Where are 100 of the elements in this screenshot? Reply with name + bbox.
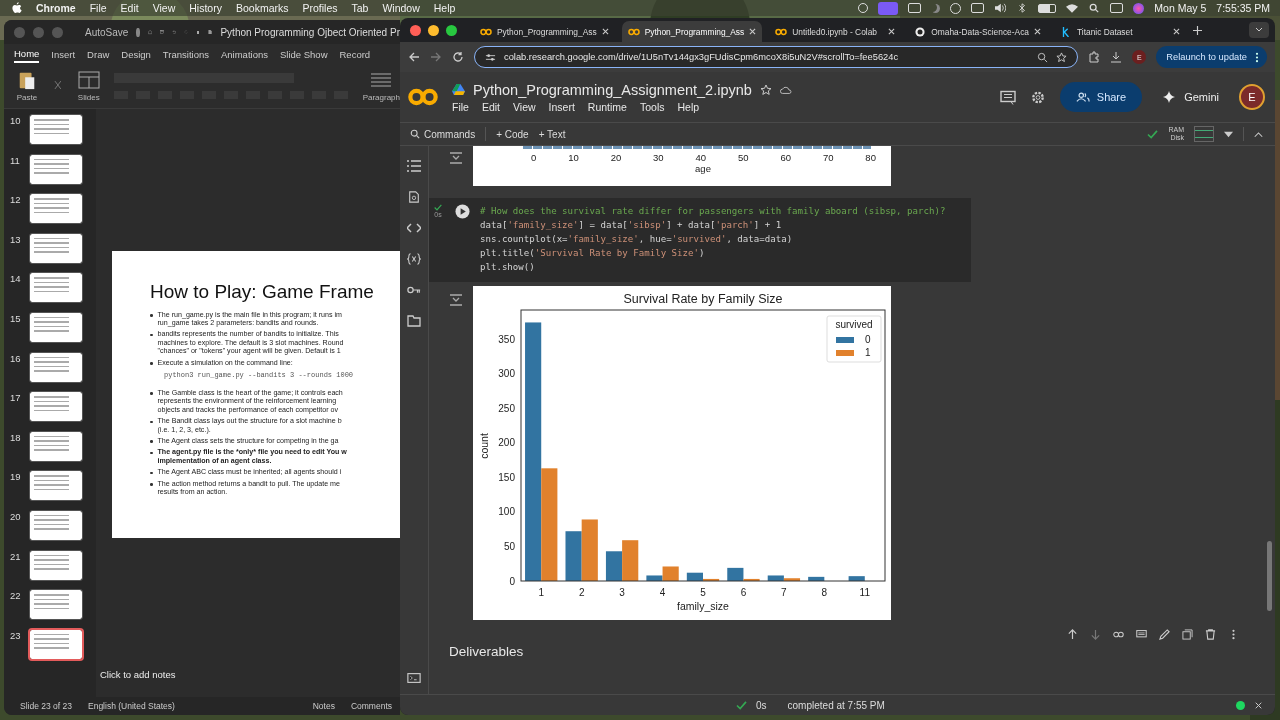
comment-icon[interactable] [999,89,1016,105]
more-icon[interactable] [1255,51,1259,63]
menu-item[interactable]: Edit [481,100,500,113]
browser-tab[interactable]: Untitled0.ipynb - Colab [769,20,902,43]
add-code-button[interactable]: + Code [496,128,529,140]
slide-thumbnail[interactable] [30,115,82,144]
ribbon-tab[interactable]: Home [14,45,40,63]
language-label[interactable]: English (United States) [88,701,175,711]
slide-thumbnail[interactable] [30,590,82,620]
window-close-button[interactable] [410,24,421,36]
star-icon[interactable] [1056,51,1068,63]
mirror-cell-icon[interactable] [1182,628,1193,640]
wifi-icon[interactable] [1066,3,1079,13]
menu-item[interactable]: Bookmarks [235,2,289,14]
window-zoom-button[interactable] [446,24,457,36]
siri-icon[interactable] [1133,2,1145,14]
reload-icon[interactable] [452,51,464,63]
edit-icon[interactable] [1159,628,1170,640]
menu-item[interactable]: View [152,2,176,14]
code-cell[interactable] [429,198,971,282]
add-text-button[interactable]: + Text [538,128,566,140]
apple-icon[interactable] [12,2,22,14]
key-icon[interactable] [407,284,421,296]
window-icon[interactable] [908,3,922,13]
menu-item[interactable]: Runtime [587,100,627,113]
new-tab-icon[interactable] [1193,25,1202,35]
ribbon-tab[interactable]: Animations [220,46,268,62]
slide-thumbnail[interactable] [30,352,82,382]
terminal-icon[interactable] [407,672,421,684]
menu-item[interactable]: Help [677,100,700,113]
delete-icon[interactable] [1205,628,1216,640]
notebook-title[interactable]: Python_Programming_Assignment_2.ipynb [473,81,752,98]
window-minimize-button[interactable] [428,24,439,36]
folder-icon[interactable] [407,315,421,327]
ribbon-tab[interactable]: Insert [51,46,76,62]
forward-icon[interactable] [430,51,442,63]
close-icon[interactable] [601,28,609,35]
ribbon-tab[interactable]: Slide Show [279,46,328,62]
menu-item[interactable]: File [452,100,469,113]
browser-tab[interactable]: Omaha-Data-Science-Aca [908,20,1047,43]
notes-button[interactable]: Notes [312,701,335,711]
zoom-icon[interactable] [1037,51,1049,63]
search-icon[interactable] [1088,3,1101,13]
display-icon[interactable] [971,3,985,13]
comments-button[interactable]: Comments [350,701,392,711]
browser-tab[interactable]: Python_Programming_Ass [621,20,763,43]
menu-item[interactable]: Window [382,2,420,14]
ribbon-tab[interactable]: Transitions [162,46,209,62]
close-icon[interactable] [1254,701,1263,709]
slide-thumbnail[interactable] [30,194,82,224]
close-icon[interactable] [1173,28,1180,35]
slide-thumbnail[interactable] [30,312,82,342]
move-up-icon[interactable] [1067,628,1078,640]
scrollbar-thumb[interactable] [1267,541,1272,611]
download-icon[interactable] [1110,51,1123,63]
user-avatar[interactable]: E [1239,84,1265,110]
slide-thumbnail[interactable] [30,510,82,540]
slide-thumbnail[interactable] [30,392,82,422]
ribbon-tab[interactable]: Record [339,46,371,62]
menu-item[interactable]: Tab [351,2,369,14]
align-icon[interactable] [370,70,393,90]
cut-icon[interactable] [52,80,64,92]
slide-thumbnail[interactable] [30,431,82,461]
gemini-button[interactable]: Gemini [1156,90,1225,104]
site-settings-icon[interactable] [485,51,496,63]
close-icon[interactable] [749,28,757,35]
menu-item[interactable]: Profiles [302,2,338,14]
slide-thumbnail[interactable] [30,629,82,659]
close-icon[interactable] [1034,28,1041,35]
relaunch-button[interactable]: Relaunch to update [1156,46,1267,68]
slide-thumbnail[interactable] [30,273,82,303]
layout-icon[interactable] [77,70,100,90]
dropdown-icon[interactable] [1224,130,1233,138]
star-icon[interactable] [759,83,772,96]
menu-item[interactable]: History [189,2,222,14]
menu-item[interactable]: File [89,2,107,14]
ribbon-tab[interactable]: Design [121,46,151,62]
menu-item[interactable]: View [513,100,536,113]
menu-date[interactable]: Mon May 5 [1154,2,1207,14]
table-of-contents-icon[interactable] [407,160,421,172]
control-center-icon[interactable] [1110,3,1124,13]
collapse-icon[interactable] [1254,130,1263,138]
move-down-icon[interactable] [1090,628,1101,640]
menu-clock[interactable]: 7:55:35 PM [1216,2,1270,14]
battery-icon[interactable] [1038,3,1057,13]
close-icon[interactable] [888,28,896,35]
notes-placeholder[interactable]: Click to add notes [96,659,400,689]
output-toggle-icon[interactable] [449,294,463,306]
comment-icon[interactable] [1136,628,1147,640]
browser-tab[interactable]: Python_Programming_Ass [474,20,615,43]
settings-icon[interactable] [1029,89,1046,105]
slide-thumbnail[interactable] [30,471,82,501]
ribbon-tab[interactable]: Draw [87,46,110,62]
menu-item[interactable]: Edit [120,2,139,14]
extensions-icon[interactable] [1088,51,1101,63]
slide-thumbnail[interactable] [30,233,82,263]
volume-icon[interactable] [994,3,1007,13]
share-button[interactable]: Share [1059,82,1143,112]
run-button[interactable] [455,204,470,219]
slide-thumbnail[interactable] [30,154,82,184]
